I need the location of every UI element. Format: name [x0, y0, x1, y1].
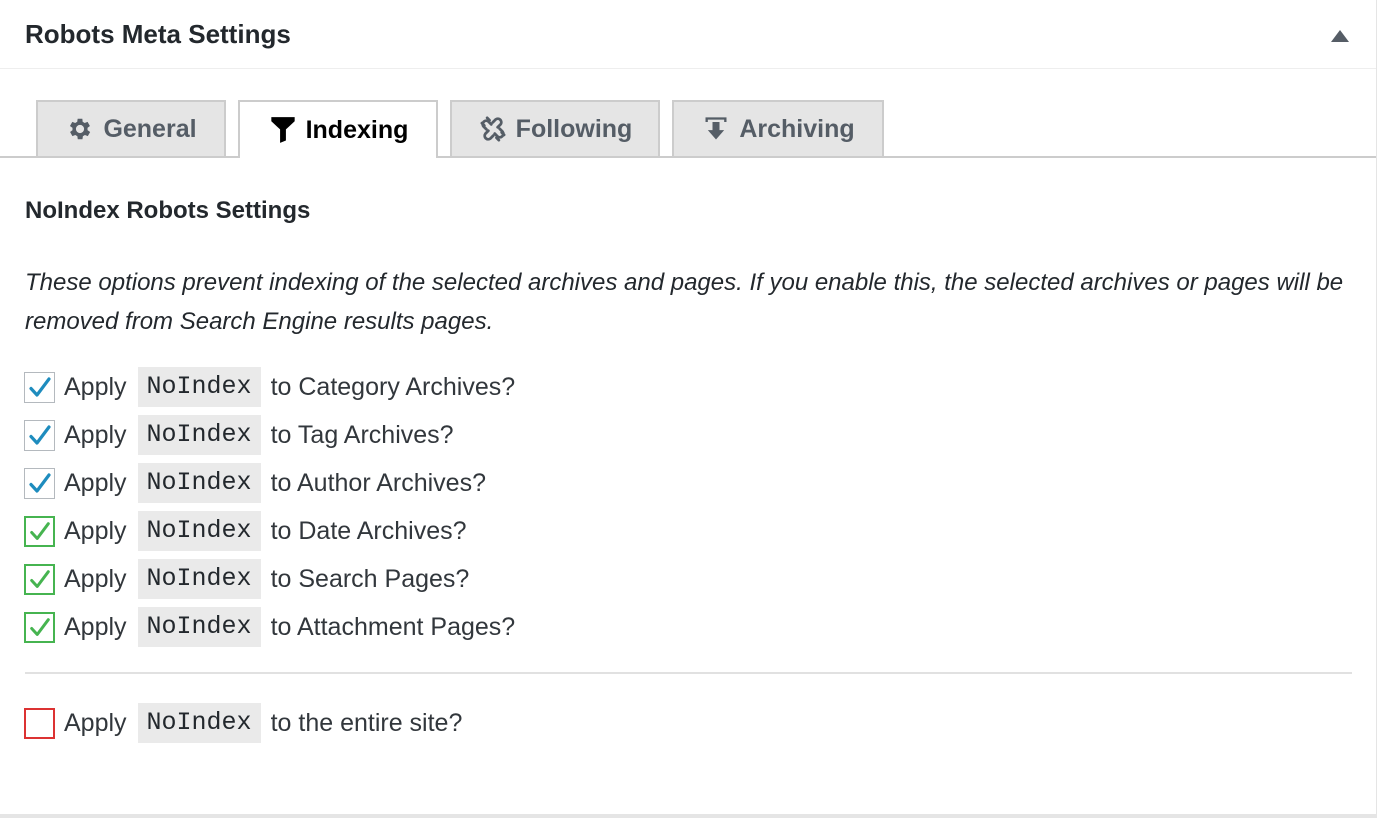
- checkbox-entire-site[interactable]: [24, 707, 55, 739]
- option-row-category: Apply NoIndex to Category Archives?: [24, 367, 515, 407]
- noindex-code: NoIndex: [137, 367, 261, 407]
- unlink-icon: [478, 114, 508, 144]
- checkbox-search[interactable]: [24, 563, 55, 595]
- robots-meta-panel: Robots Meta Settings General Indexing Fo…: [0, 0, 1377, 818]
- option-prefix: Apply: [64, 564, 127, 593]
- option-label: to Category Archives?: [270, 372, 516, 401]
- tab-archiving[interactable]: Archiving: [672, 100, 884, 156]
- tab-indexing-label: Indexing: [305, 115, 409, 144]
- checkbox-tag[interactable]: [24, 419, 55, 451]
- panel-title: Robots Meta Settings: [25, 19, 291, 49]
- noindex-code: NoIndex: [137, 511, 261, 551]
- tab-indexing[interactable]: Indexing: [238, 100, 438, 158]
- triangle-up-icon[interactable]: [1331, 30, 1349, 42]
- option-label: to Date Archives?: [270, 516, 467, 545]
- option-prefix: Apply: [64, 516, 127, 545]
- section-description: These options prevent indexing of the se…: [25, 269, 1344, 335]
- noindex-code: NoIndex: [137, 559, 261, 599]
- checkbox-author[interactable]: [24, 467, 55, 499]
- option-prefix: Apply: [64, 708, 127, 737]
- option-label: to Author Archives?: [270, 468, 486, 497]
- section-title: NoIndex Robots Settings: [25, 197, 311, 224]
- option-row-author: Apply NoIndex to Author Archives?: [24, 463, 486, 503]
- tab-following-label: Following: [515, 114, 633, 143]
- checkbox-date[interactable]: [24, 515, 55, 547]
- option-row-date: Apply NoIndex to Date Archives?: [24, 511, 467, 551]
- option-label: to the entire site?: [270, 708, 463, 737]
- tabs-baseline: [0, 156, 1376, 158]
- option-label: to Search Pages?: [270, 564, 470, 593]
- noindex-code: NoIndex: [137, 415, 261, 455]
- option-row-entire-site: Apply NoIndex to the entire site?: [24, 703, 462, 743]
- option-label: to Tag Archives?: [270, 420, 454, 449]
- option-row-attachment: Apply NoIndex to Attachment Pages?: [24, 607, 515, 647]
- noindex-code: NoIndex: [137, 703, 261, 743]
- funnel-icon: [268, 115, 298, 145]
- option-prefix: Apply: [64, 612, 127, 641]
- noindex-code: NoIndex: [137, 463, 261, 503]
- gear-icon: [65, 114, 95, 144]
- divider: [25, 672, 1352, 674]
- checkbox-attachment[interactable]: [24, 611, 55, 643]
- tab-general-label: General: [103, 114, 197, 143]
- option-row-tag: Apply NoIndex to Tag Archives?: [24, 415, 454, 455]
- option-row-search: Apply NoIndex to Search Pages?: [24, 559, 469, 599]
- noindex-code: NoIndex: [137, 607, 261, 647]
- option-prefix: Apply: [64, 372, 127, 401]
- tab-general[interactable]: General: [36, 100, 226, 156]
- option-label: to Attachment Pages?: [270, 612, 516, 641]
- option-prefix: Apply: [64, 420, 127, 449]
- tab-following[interactable]: Following: [450, 100, 660, 156]
- tab-archiving-label: Archiving: [739, 114, 855, 143]
- download-icon: [701, 114, 731, 144]
- checkbox-category[interactable]: [24, 371, 55, 403]
- option-prefix: Apply: [64, 468, 127, 497]
- panel-header[interactable]: Robots Meta Settings: [0, 0, 1376, 69]
